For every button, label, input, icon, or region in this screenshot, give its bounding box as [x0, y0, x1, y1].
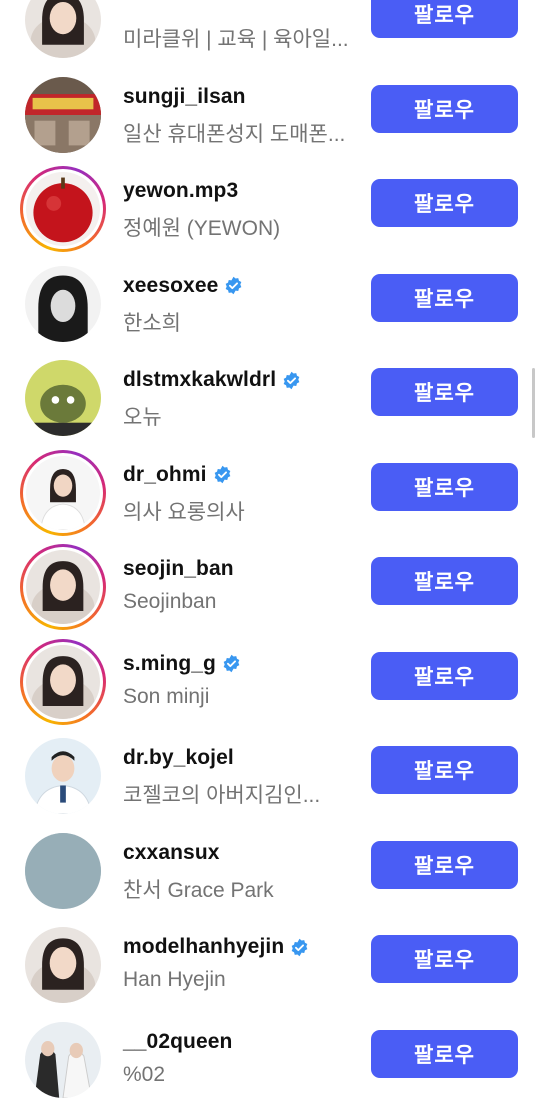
scrollbar[interactable]: [532, 368, 535, 438]
display-name: 찬서 Grace Park: [123, 878, 274, 902]
avatar-woman-portrait: [25, 0, 101, 58]
username-text: dr_ohmi: [123, 462, 207, 486]
display-name: 한소희: [123, 311, 181, 335]
avatar[interactable]: [20, 166, 106, 252]
username-text: yewon.mp3: [123, 179, 239, 202]
avatar[interactable]: [20, 0, 106, 63]
follow-button[interactable]: 팔로우: [371, 746, 518, 794]
follow-button[interactable]: 팔로우: [371, 557, 518, 605]
avatar-cartoon-green: [25, 360, 101, 436]
avatar[interactable]: [20, 828, 106, 914]
username[interactable]: dr_ohmi: [123, 463, 232, 487]
username[interactable]: seojin_ban: [123, 557, 234, 581]
verified-badge-icon: [282, 371, 301, 390]
avatar[interactable]: [20, 261, 106, 347]
follow-button[interactable]: 팔로우: [371, 84, 518, 133]
follow-button[interactable]: 팔로우: [371, 0, 518, 38]
username-text: cxxansux: [123, 840, 220, 864]
username[interactable]: dr.by_kojel: [123, 746, 234, 770]
username-text: modelhanhyejin: [123, 935, 285, 958]
avatar-couple-photo: [25, 1021, 101, 1098]
follow-button[interactable]: 팔로우: [371, 462, 518, 511]
username[interactable]: sungji_ilsan: [123, 85, 246, 109]
display-name: 미라클위 | 교육 | 육아일...: [123, 28, 349, 51]
follow-button[interactable]: 팔로우: [371, 368, 518, 416]
username-text: dr.by_kojel: [123, 746, 234, 769]
avatar[interactable]: [20, 638, 106, 725]
verified-badge-icon: [222, 654, 241, 673]
verified-badge-icon: [224, 276, 243, 295]
list-item[interactable]: s.ming_g Son minji 팔로우: [0, 629, 536, 725]
username[interactable]: s.ming_g: [123, 652, 241, 676]
username[interactable]: modelhanhyejin: [123, 935, 309, 959]
follow-button[interactable]: 팔로우: [371, 840, 518, 889]
display-name: 일산 휴대폰성지 도매폰...: [123, 122, 346, 146]
username-text: seojin_ban: [123, 557, 234, 580]
list-item[interactable]: modelhanhyejin Han Hyejin 팔로우: [0, 912, 536, 1006]
follow-button[interactable]: 팔로우: [371, 273, 518, 322]
avatar-woman-portrait: [26, 644, 100, 719]
list-item[interactable]: dr.by_kojel 코젤코의 아버지김인... 팔로우: [0, 723, 536, 817]
username-text: dlstmxkakwldrl: [123, 368, 277, 391]
list-item[interactable]: cxxansux 찬서 Grace Park 팔로우: [0, 818, 536, 912]
display-name: 의사 요롱의사: [123, 500, 245, 524]
list-item[interactable]: 미라클위 | 교육 | 육아일... 팔로우: [0, 0, 536, 61]
list-item[interactable]: dlstmxkakwldrl 오뉴 팔로우: [0, 345, 536, 439]
avatar-doctor-woman: [26, 455, 100, 530]
username-text: s.ming_g: [123, 651, 216, 675]
avatar-storefront: [25, 76, 101, 153]
verified-badge-icon: [213, 465, 232, 484]
display-name: 정예원 (YEWON): [123, 217, 281, 240]
avatar[interactable]: [20, 544, 106, 630]
list-item[interactable]: seojin_ban Seojinban 팔로우: [0, 534, 536, 630]
avatar-woman-portrait: [26, 550, 100, 624]
username[interactable]: cxxansux: [123, 841, 220, 865]
follow-button[interactable]: 팔로우: [371, 179, 518, 227]
username-text: xeesoxee: [123, 273, 219, 297]
username-text: __02queen: [123, 1029, 233, 1053]
display-name: 오뉴: [123, 406, 162, 429]
username[interactable]: dlstmxkakwldrl: [123, 368, 301, 392]
follow-button[interactable]: 팔로우: [371, 935, 518, 983]
username[interactable]: xeesoxee: [123, 274, 243, 298]
list-item[interactable]: xeesoxee 한소희 팔로우: [0, 251, 536, 345]
list-item[interactable]: yewon.mp3 정예원 (YEWON) 팔로우: [0, 156, 536, 252]
avatar-plain-teal: [25, 832, 101, 909]
display-name: Seojinban: [123, 590, 217, 613]
username[interactable]: __02queen: [123, 1030, 232, 1054]
list-item[interactable]: sungji_ilsan 일산 휴대폰성지 도매폰... 팔로우: [0, 62, 536, 156]
display-name: 코젤코의 아버지김인...: [123, 784, 321, 807]
verified-badge-icon: [290, 938, 309, 957]
avatar-woman-portrait: [25, 927, 101, 1003]
username[interactable]: yewon.mp3: [123, 179, 238, 203]
avatar[interactable]: [20, 922, 106, 1008]
avatar-red-apple: [26, 172, 100, 246]
avatar-bw-portrait: [25, 265, 101, 342]
display-name: Son minji: [123, 684, 210, 708]
follow-button[interactable]: 팔로우: [371, 1029, 518, 1078]
username-text: sungji_ilsan: [123, 84, 246, 108]
list-item[interactable]: dr_ohmi 의사 요롱의사 팔로우: [0, 440, 536, 536]
avatar[interactable]: [20, 1017, 106, 1103]
list-item[interactable]: __02queen %02 팔로우: [0, 1007, 536, 1101]
avatar[interactable]: [20, 733, 106, 819]
display-name: %02: [123, 1062, 166, 1086]
follow-button[interactable]: 팔로우: [371, 651, 518, 700]
avatar[interactable]: [20, 72, 106, 158]
avatar-doctor-man: [25, 738, 101, 814]
avatar[interactable]: [20, 449, 106, 536]
display-name: Han Hyejin: [123, 968, 226, 991]
avatar[interactable]: [20, 355, 106, 441]
